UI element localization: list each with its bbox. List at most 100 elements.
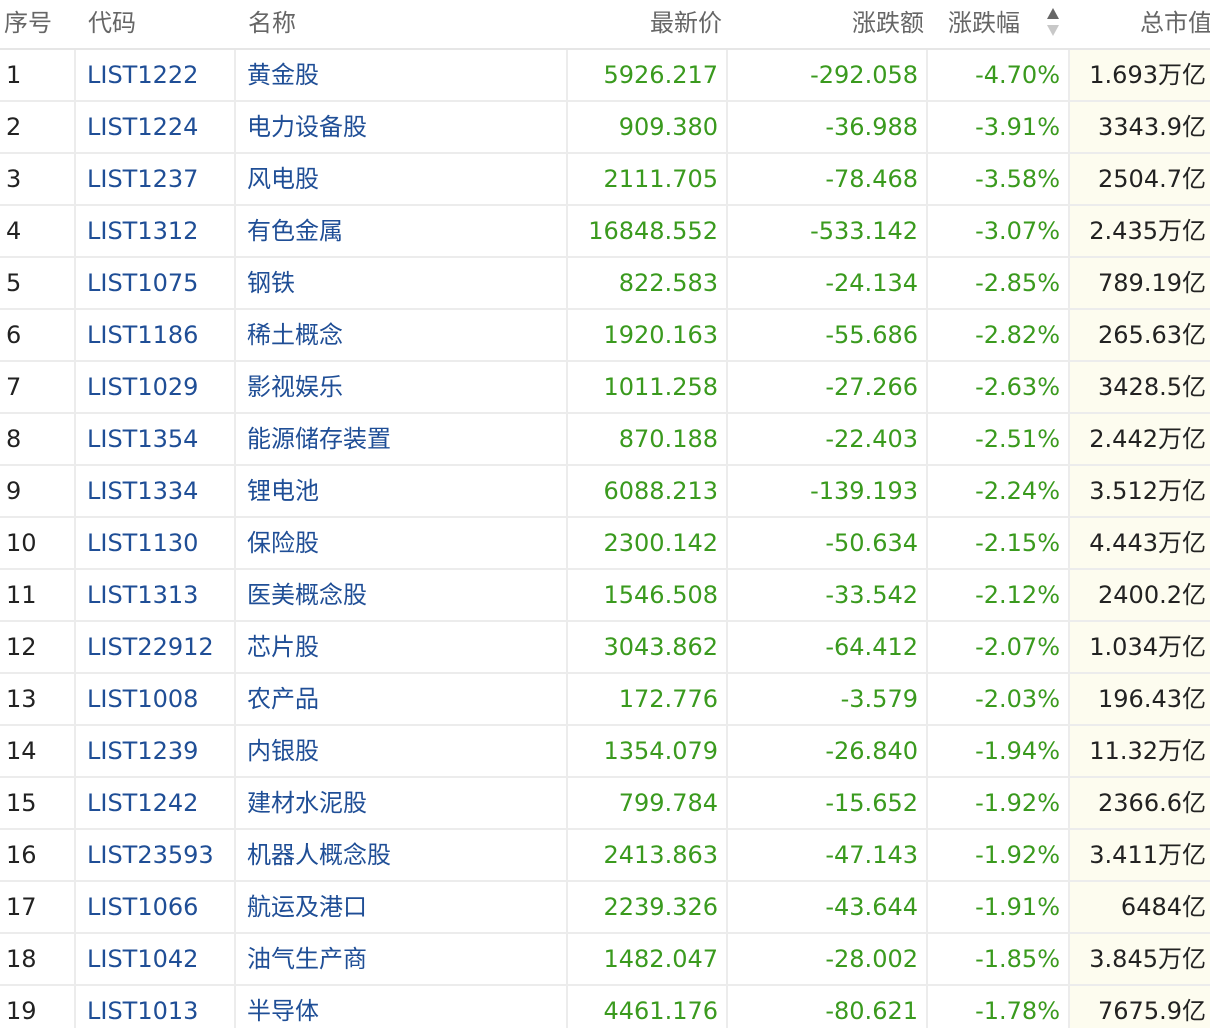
stock-code-link[interactable]: LIST1222 xyxy=(76,50,234,100)
change-amount: -80.621 xyxy=(825,997,918,1025)
table-row[interactable]: 10 LIST1130 保险股 2300.142 -50.634 -2.15% 4.443万… xyxy=(0,518,1210,570)
table-row[interactable]: 7 LIST1029 影视娱乐 1011.258 -27.266 -2.63% 3428.5… xyxy=(0,362,1210,414)
market-cap: 3343.9亿 xyxy=(1070,102,1210,152)
change-amount: -24.134 xyxy=(825,269,918,297)
table-row[interactable]: 13 LIST1008 农产品 172.776 -3.579 -2.03% 196.43亿 xyxy=(0,674,1210,726)
row-index: 16 xyxy=(6,841,37,869)
market-cap: 7675.9亿 xyxy=(1070,986,1210,1028)
sector-name-link[interactable]: 影视娱乐 xyxy=(236,362,566,412)
sector-name-link[interactable]: 风电股 xyxy=(236,154,566,204)
sector-name-link[interactable]: 农产品 xyxy=(236,674,566,724)
change-amount: -36.988 xyxy=(825,113,918,141)
market-cap: 1.693万亿 xyxy=(1070,50,1210,100)
latest-price: 2239.326 xyxy=(603,893,718,921)
stock-code-link[interactable]: LIST1354 xyxy=(76,414,234,464)
change-amount: -28.002 xyxy=(825,945,918,973)
row-index: 5 xyxy=(6,269,22,297)
table-row[interactable]: 3 LIST1237 风电股 2111.705 -78.468 -3.58% 2504.7亿 xyxy=(0,154,1210,206)
change-amount: -22.403 xyxy=(825,425,918,453)
sector-name-link[interactable]: 能源储存装置 xyxy=(236,414,566,464)
stock-code-link[interactable]: LIST1312 xyxy=(76,206,234,256)
table-row[interactable]: 19 LIST1013 半导体 4461.176 -80.621 -1.78% 7675.9… xyxy=(0,986,1210,1028)
latest-price: 3043.862 xyxy=(603,633,718,661)
sector-name-link[interactable]: 半导体 xyxy=(236,986,566,1028)
table-row[interactable]: 1 LIST1222 黄金股 5926.217 -292.058 -4.70% 1.693万… xyxy=(0,50,1210,102)
table-row[interactable]: 2 LIST1224 电力设备股 909.380 -36.988 -3.91% 3343.9… xyxy=(0,102,1210,154)
stock-code-link[interactable]: LIST1066 xyxy=(76,882,234,932)
table-row[interactable]: 15 LIST1242 建材水泥股 799.784 -15.652 -1.92% 2366.… xyxy=(0,778,1210,830)
sector-name-link[interactable]: 机器人概念股 xyxy=(236,830,566,880)
row-index: 1 xyxy=(6,61,22,89)
change-percent: -2.15% xyxy=(975,529,1060,557)
row-index: 2 xyxy=(6,113,22,141)
stock-code-link[interactable]: LIST23593 xyxy=(76,830,234,880)
sector-name-link[interactable]: 黄金股 xyxy=(236,50,566,100)
market-cap: 3.512万亿 xyxy=(1070,466,1210,516)
latest-price: 1546.508 xyxy=(603,581,718,609)
stock-code-link[interactable]: LIST1237 xyxy=(76,154,234,204)
row-index: 13 xyxy=(6,685,37,713)
stock-code-link[interactable]: LIST1239 xyxy=(76,726,234,776)
table-row[interactable]: 17 LIST1066 航运及港口 2239.326 -43.644 -1.91% 6484… xyxy=(0,882,1210,934)
change-percent: -1.85% xyxy=(975,945,1060,973)
sector-name-link[interactable]: 内银股 xyxy=(236,726,566,776)
table-row[interactable]: 8 LIST1354 能源储存装置 870.188 -22.403 -2.51% 2.442… xyxy=(0,414,1210,466)
table-row[interactable]: 16 LIST23593 机器人概念股 2413.863 -47.143 -1.92% 3.… xyxy=(0,830,1210,882)
change-amount: -15.652 xyxy=(825,789,918,817)
change-amount: -43.644 xyxy=(825,893,918,921)
stock-code-link[interactable]: LIST1029 xyxy=(76,362,234,412)
stock-code-link[interactable]: LIST1008 xyxy=(76,674,234,724)
sector-name-link[interactable]: 芯片股 xyxy=(236,622,566,672)
market-cap: 4.443万亿 xyxy=(1070,518,1210,568)
table-row[interactable]: 4 LIST1312 有色金属 16848.552 -533.142 -3.07% 2.43… xyxy=(0,206,1210,258)
latest-price: 1354.079 xyxy=(603,737,718,765)
sector-name-link[interactable]: 电力设备股 xyxy=(236,102,566,152)
stock-code-link[interactable]: LIST1313 xyxy=(76,570,234,620)
stock-code-link[interactable]: LIST1075 xyxy=(76,258,234,308)
stock-code-link[interactable]: LIST1186 xyxy=(76,310,234,360)
sector-name-link[interactable]: 有色金属 xyxy=(236,206,566,256)
market-cap: 6484亿 xyxy=(1070,882,1210,932)
latest-price: 1920.163 xyxy=(603,321,718,349)
latest-price: 172.776 xyxy=(618,685,718,713)
sector-name-link[interactable]: 医美概念股 xyxy=(236,570,566,620)
sector-name-link[interactable]: 锂电池 xyxy=(236,466,566,516)
table-row[interactable]: 9 LIST1334 锂电池 6088.213 -139.193 -2.24% 3.512万… xyxy=(0,466,1210,518)
header-code[interactable]: 代码 xyxy=(76,0,234,48)
stock-code-link[interactable]: LIST22912 xyxy=(76,622,234,672)
market-cap: 11.32万亿 xyxy=(1070,726,1210,776)
row-index: 8 xyxy=(6,425,22,453)
header-price[interactable]: 最新价 xyxy=(568,0,726,48)
header-index[interactable]: 序号 xyxy=(0,0,74,48)
table-row[interactable]: 6 LIST1186 稀土概念 1920.163 -55.686 -2.82% 265.63… xyxy=(0,310,1210,362)
sector-name-link[interactable]: 航运及港口 xyxy=(236,882,566,932)
stock-code-link[interactable]: LIST1013 xyxy=(76,986,234,1028)
sector-name-link[interactable]: 建材水泥股 xyxy=(236,778,566,828)
table-row[interactable]: 12 LIST22912 芯片股 3043.862 -64.412 -2.07% 1.034… xyxy=(0,622,1210,674)
stock-code-link[interactable]: LIST1042 xyxy=(76,934,234,984)
table-row[interactable]: 11 LIST1313 医美概念股 1546.508 -33.542 -2.12% 2400… xyxy=(0,570,1210,622)
sector-name-link[interactable]: 保险股 xyxy=(236,518,566,568)
stock-code-link[interactable]: LIST1224 xyxy=(76,102,234,152)
stock-code-link[interactable]: LIST1130 xyxy=(76,518,234,568)
change-amount: -33.542 xyxy=(825,581,918,609)
stock-code-link[interactable]: LIST1334 xyxy=(76,466,234,516)
header-name[interactable]: 名称 xyxy=(236,0,566,48)
change-percent: -3.58% xyxy=(975,165,1060,193)
change-percent: -3.07% xyxy=(975,217,1060,245)
sector-name-link[interactable]: 钢铁 xyxy=(236,258,566,308)
header-change[interactable]: 涨跌额 xyxy=(728,0,926,48)
stock-code-link[interactable]: LIST1242 xyxy=(76,778,234,828)
table-row[interactable]: 14 LIST1239 内银股 1354.079 -26.840 -1.94% 11.32万… xyxy=(0,726,1210,778)
row-index: 15 xyxy=(6,789,37,817)
change-percent: -1.92% xyxy=(975,789,1060,817)
sector-name-link[interactable]: 油气生产商 xyxy=(236,934,566,984)
table-row[interactable]: 18 LIST1042 油气生产商 1482.047 -28.002 -1.85% 3.84… xyxy=(0,934,1210,986)
header-market-cap[interactable]: 总市值 xyxy=(1070,0,1210,48)
market-cap: 265.63亿 xyxy=(1070,310,1210,360)
sector-name-link[interactable]: 稀土概念 xyxy=(236,310,566,360)
sort-descending-icon[interactable] xyxy=(1047,8,1061,40)
row-index: 3 xyxy=(6,165,22,193)
table-row[interactable]: 5 LIST1075 钢铁 822.583 -24.134 -2.85% 789.19亿 xyxy=(0,258,1210,310)
change-amount: -533.142 xyxy=(810,217,918,245)
